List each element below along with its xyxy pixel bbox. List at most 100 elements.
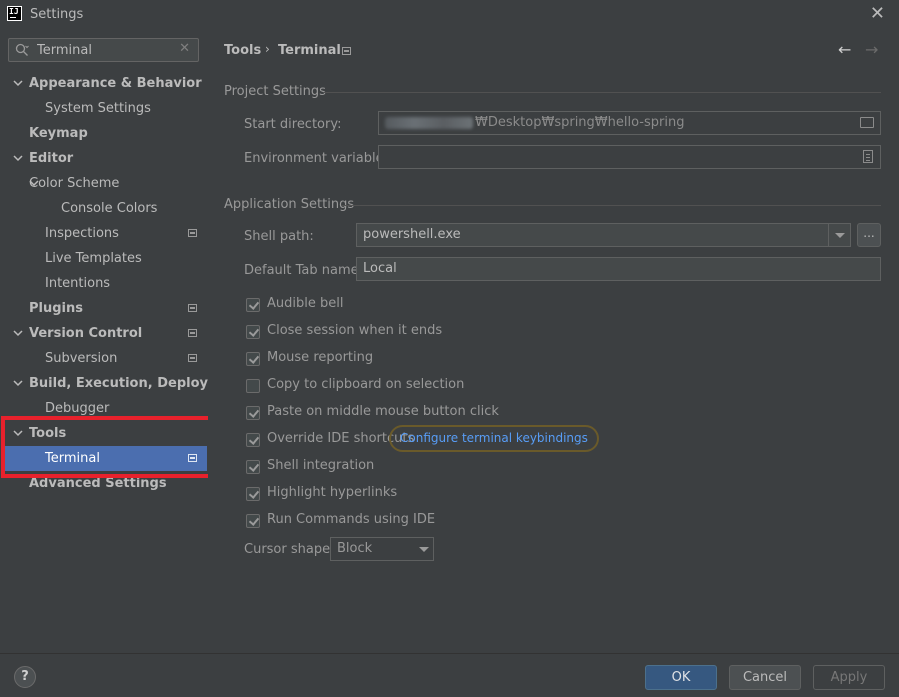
sidebar-item-system-settings[interactable]: System Settings xyxy=(0,96,208,121)
audible-bell-label[interactable]: Audible bell xyxy=(267,296,343,311)
paste-on-middle-mouse-button-click-label[interactable]: Paste on middle mouse button click xyxy=(267,404,499,419)
back-arrow-icon[interactable]: ← xyxy=(838,40,851,59)
dialog-footer: ? OK Cancel Apply xyxy=(0,653,899,697)
clear-search-icon[interactable]: ✕ xyxy=(179,41,190,56)
sidebar-item-label: Inspections xyxy=(45,226,119,241)
sidebar-item-label: Plugins xyxy=(29,301,83,316)
sidebar-item-label: Keymap xyxy=(29,126,88,141)
cursor-shape-select[interactable]: Block xyxy=(330,537,434,561)
tab-name-field[interactable]: Local xyxy=(356,257,881,281)
tab-name-value: Local xyxy=(363,261,397,276)
cursor-shape-label: Cursor shape: xyxy=(244,542,335,557)
project-scope-icon xyxy=(188,454,197,462)
chevron-down-icon[interactable] xyxy=(13,378,23,388)
sidebar-item-keymap[interactable]: Keymap xyxy=(0,121,208,146)
sidebar-item-inspections[interactable]: Inspections xyxy=(0,221,208,246)
close-icon[interactable]: ✕ xyxy=(870,3,885,24)
help-button[interactable]: ? xyxy=(14,666,36,688)
sidebar-item-plugins[interactable]: Plugins xyxy=(0,296,208,321)
ok-button[interactable]: OK xyxy=(645,665,717,690)
highlight-hyperlinks-checkbox[interactable] xyxy=(246,487,260,501)
settings-sidebar: ✕ Appearance & Behavior System Settings Ke… xyxy=(0,30,246,653)
sidebar-item-label: Tools xyxy=(29,426,67,441)
copy-to-clipboard-on-selection-checkbox[interactable] xyxy=(246,379,260,393)
run-commands-using-ide-label[interactable]: Run Commands using IDE xyxy=(267,512,435,527)
project-scope-icon xyxy=(188,229,197,237)
highlight-hyperlinks-label[interactable]: Highlight hyperlinks xyxy=(267,485,397,500)
sidebar-item-label: Terminal xyxy=(45,451,100,466)
sidebar-item-label: Version Control xyxy=(29,326,143,341)
chevron-down-icon[interactable] xyxy=(828,224,850,246)
content-header: Tools › Terminal ← → xyxy=(208,30,899,66)
sidebar-item-console-colors[interactable]: Console Colors xyxy=(0,196,208,221)
mouse-reporting-checkbox[interactable] xyxy=(246,352,260,366)
document-icon[interactable] xyxy=(863,150,873,163)
settings-panel: Project Settings Start directory: ₩Deskt… xyxy=(208,66,899,653)
search-input[interactable] xyxy=(37,41,177,59)
configure-keybindings-link[interactable]: Configure terminal keybindings xyxy=(389,425,599,452)
env-vars-field[interactable] xyxy=(378,145,881,169)
chevron-down-icon[interactable] xyxy=(13,328,23,338)
sidebar-item-label: Console Colors xyxy=(61,201,158,216)
sidebar-item-appearance-behavior[interactable]: Appearance & Behavior xyxy=(0,71,208,96)
mouse-reporting-label[interactable]: Mouse reporting xyxy=(267,350,373,365)
search-icon xyxy=(15,43,29,56)
shell-path-label: Shell path: xyxy=(244,229,314,244)
project-scope-icon xyxy=(188,304,197,312)
audible-bell-checkbox[interactable] xyxy=(246,298,260,312)
copy-to-clipboard-on-selection-label[interactable]: Copy to clipboard on selection xyxy=(267,377,464,392)
sidebar-item-build-execution-deployment[interactable]: Build, Execution, Deployment xyxy=(0,371,246,396)
sidebar-item-label: Advanced Settings xyxy=(29,476,167,491)
sidebar-item-live-templates[interactable]: Live Templates xyxy=(0,246,208,271)
sidebar-item-advanced-settings[interactable]: Advanced Settings xyxy=(0,471,208,496)
sidebar-item-editor[interactable]: Editor xyxy=(0,146,208,171)
close-session-when-it-ends-checkbox[interactable] xyxy=(246,325,260,339)
redacted-path xyxy=(385,116,473,129)
intellij-logo-icon: IJ xyxy=(7,6,22,21)
chevron-down-icon[interactable] xyxy=(13,153,23,163)
cursor-shape-value: Block xyxy=(337,541,373,556)
project-scope-icon xyxy=(188,354,197,362)
shell-integration-label[interactable]: Shell integration xyxy=(267,458,374,473)
sidebar-item-version-control[interactable]: Version Control xyxy=(0,321,208,346)
shell-integration-checkbox[interactable] xyxy=(246,460,260,474)
sidebar-item-tools[interactable]: Tools xyxy=(0,421,208,446)
breadcrumb-tools[interactable]: Tools xyxy=(224,43,261,58)
sidebar-item-label: Color Scheme xyxy=(29,176,120,191)
section-divider xyxy=(342,205,881,206)
apply-button[interactable]: Apply xyxy=(813,665,885,690)
shell-path-value: powershell.exe xyxy=(363,227,461,242)
sidebar-item-label: Editor xyxy=(29,151,74,166)
sidebar-item-label: Intentions xyxy=(45,276,111,291)
sidebar-item-subversion[interactable]: Subversion xyxy=(0,346,208,371)
sidebar-item-label: Subversion xyxy=(45,351,118,366)
sidebar-item-color-scheme[interactable]: Color Scheme xyxy=(0,171,208,196)
start-directory-label: Start directory: xyxy=(244,117,342,132)
search-box[interactable]: ✕ xyxy=(8,38,199,62)
start-directory-value: ₩Desktop₩spring₩hello-spring xyxy=(475,115,685,130)
start-directory-field[interactable]: ₩Desktop₩spring₩hello-spring xyxy=(378,111,881,135)
breadcrumb-terminal: Terminal xyxy=(278,43,341,58)
close-session-when-it-ends-label[interactable]: Close session when it ends xyxy=(267,323,442,338)
breadcrumb-separator: › xyxy=(265,42,270,56)
sidebar-item-label: Debugger xyxy=(45,401,110,416)
cancel-button[interactable]: Cancel xyxy=(729,665,801,690)
override-ide-shortcuts-checkbox[interactable] xyxy=(246,433,260,447)
title-bar: IJ Settings ✕ xyxy=(0,0,899,30)
chevron-down-icon[interactable] xyxy=(13,428,23,438)
window-title: Settings xyxy=(30,7,84,22)
project-scope-icon xyxy=(342,47,351,55)
paste-on-middle-mouse-button-click-checkbox[interactable] xyxy=(246,406,260,420)
chevron-down-icon xyxy=(419,547,429,552)
sidebar-item-label: Live Templates xyxy=(45,251,142,266)
run-commands-using-ide-checkbox[interactable] xyxy=(246,514,260,528)
chevron-down-icon[interactable] xyxy=(13,78,23,88)
sidebar-item-intentions[interactable]: Intentions xyxy=(0,271,208,296)
browse-button[interactable]: ... xyxy=(857,223,881,247)
sidebar-item-debugger[interactable]: Debugger xyxy=(0,396,208,421)
folder-icon[interactable] xyxy=(860,117,874,128)
forward-arrow-icon[interactable]: → xyxy=(865,40,878,59)
section-divider xyxy=(324,92,881,93)
shell-path-combo[interactable]: powershell.exe xyxy=(356,223,851,247)
sidebar-item-terminal[interactable]: Terminal xyxy=(4,446,207,471)
